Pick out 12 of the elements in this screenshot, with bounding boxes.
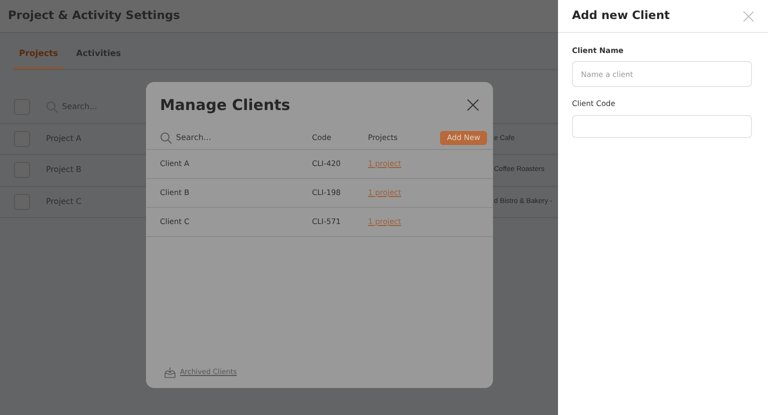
project-name: Project A [46, 132, 82, 145]
panel-title: Add new Client [572, 9, 670, 23]
close-icon[interactable] [467, 99, 479, 111]
search-icon [160, 132, 172, 144]
search-field[interactable]: Search... [176, 132, 212, 144]
search-icon [46, 101, 58, 114]
tray-icon [164, 367, 176, 378]
input-field[interactable] [572, 114, 752, 138]
page-title: Project & Activity Settings [8, 9, 180, 23]
tab[interactable]: Activities [71, 47, 126, 69]
dialog-title: Manage Clients [160, 96, 290, 114]
tab[interactable]: Projects [14, 47, 64, 69]
